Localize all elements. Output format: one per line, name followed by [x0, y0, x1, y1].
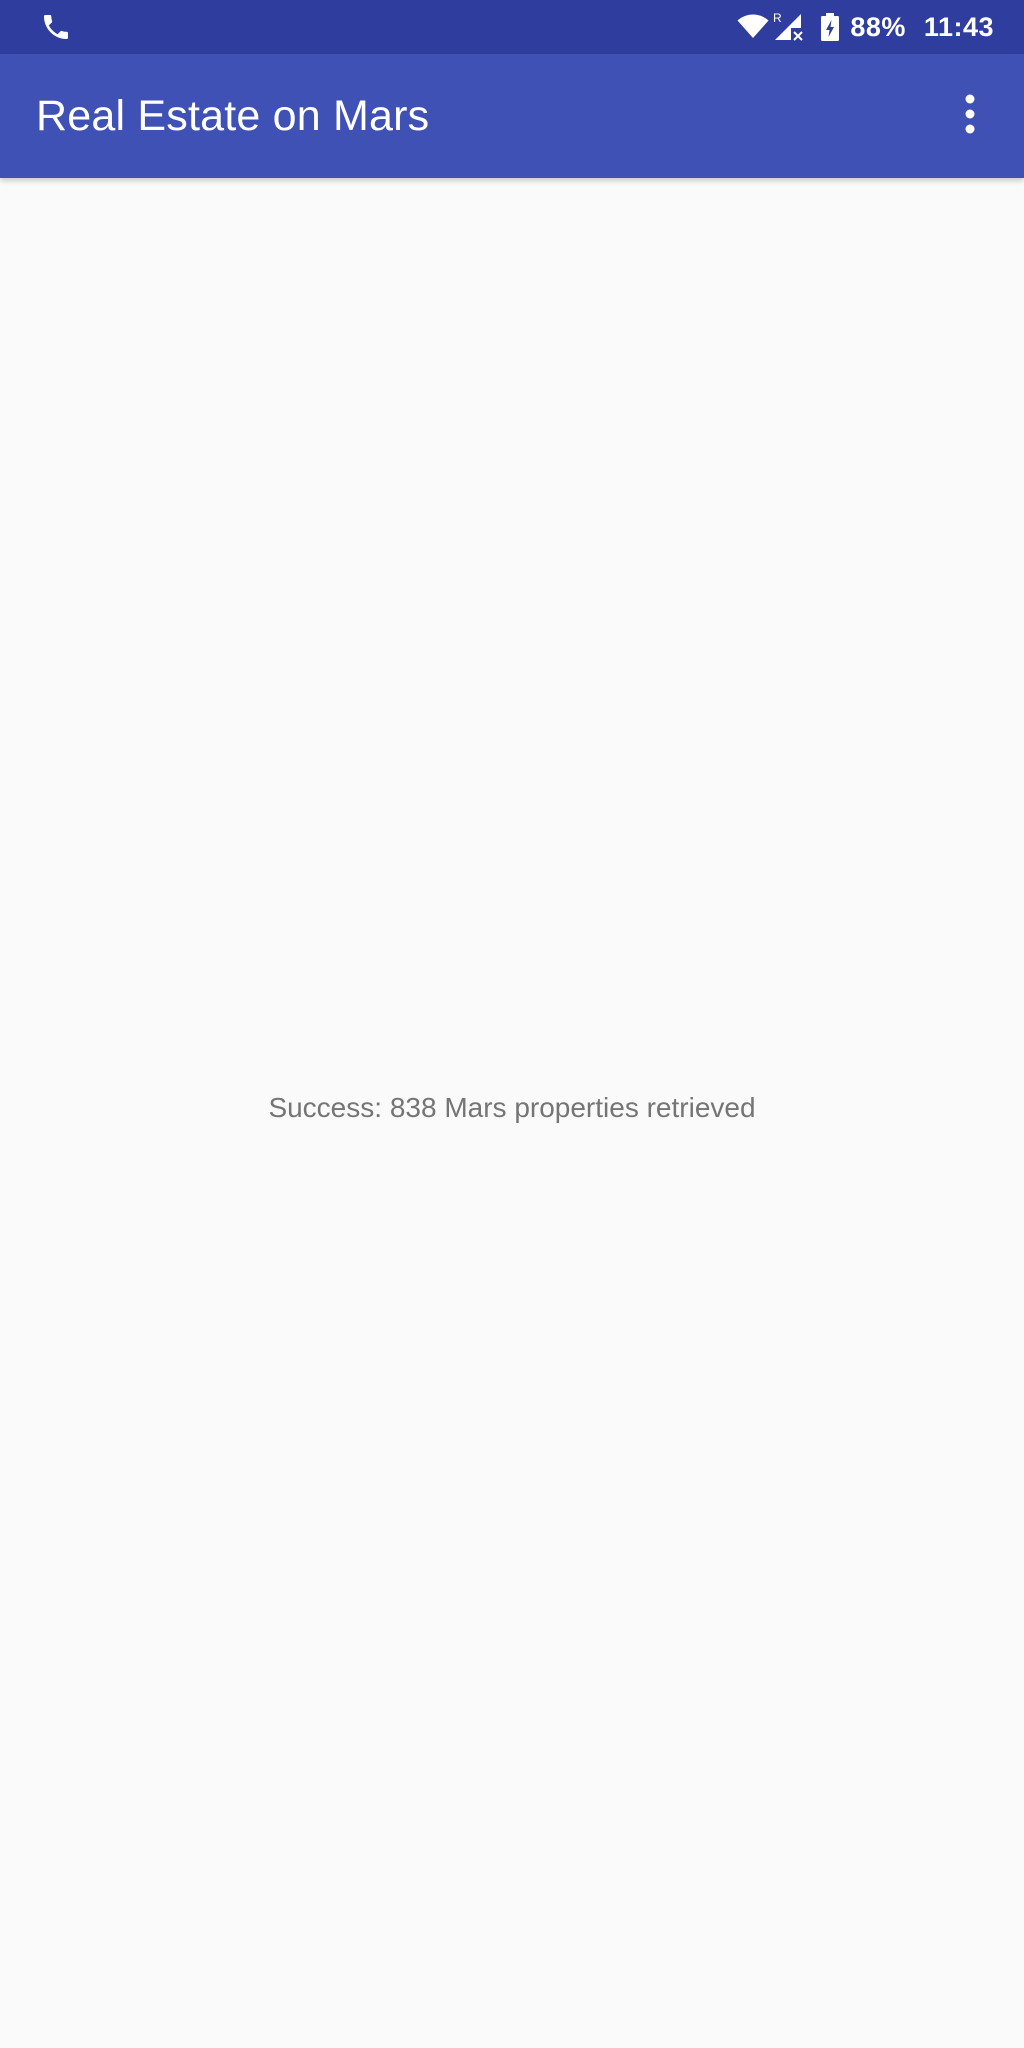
overflow-menu-button[interactable] — [934, 80, 1006, 152]
more-vert-icon — [964, 94, 976, 139]
wifi-icon — [736, 11, 770, 43]
signal-icon: R — [772, 11, 806, 43]
clock: 11:43 — [923, 11, 994, 42]
app-bar: Real Estate on Mars — [0, 54, 1024, 178]
status-bar: R 88% 11:43 — [0, 0, 1024, 54]
roaming-label: R — [773, 11, 782, 25]
phone-icon — [40, 11, 72, 43]
screen: R 88% 11:43 Real Estate on Mars Success:… — [0, 0, 1024, 2048]
battery-percent: 88% — [850, 11, 906, 42]
status-icons: R 88% 11:43 — [736, 0, 994, 54]
status-message: Success: 838 Mars properties retrieved — [268, 1092, 756, 1123]
battery-charging-icon — [820, 11, 840, 43]
main-content: Success: 838 Mars properties retrieved — [0, 178, 1024, 2048]
app-title: Real Estate on Mars — [36, 92, 430, 140]
